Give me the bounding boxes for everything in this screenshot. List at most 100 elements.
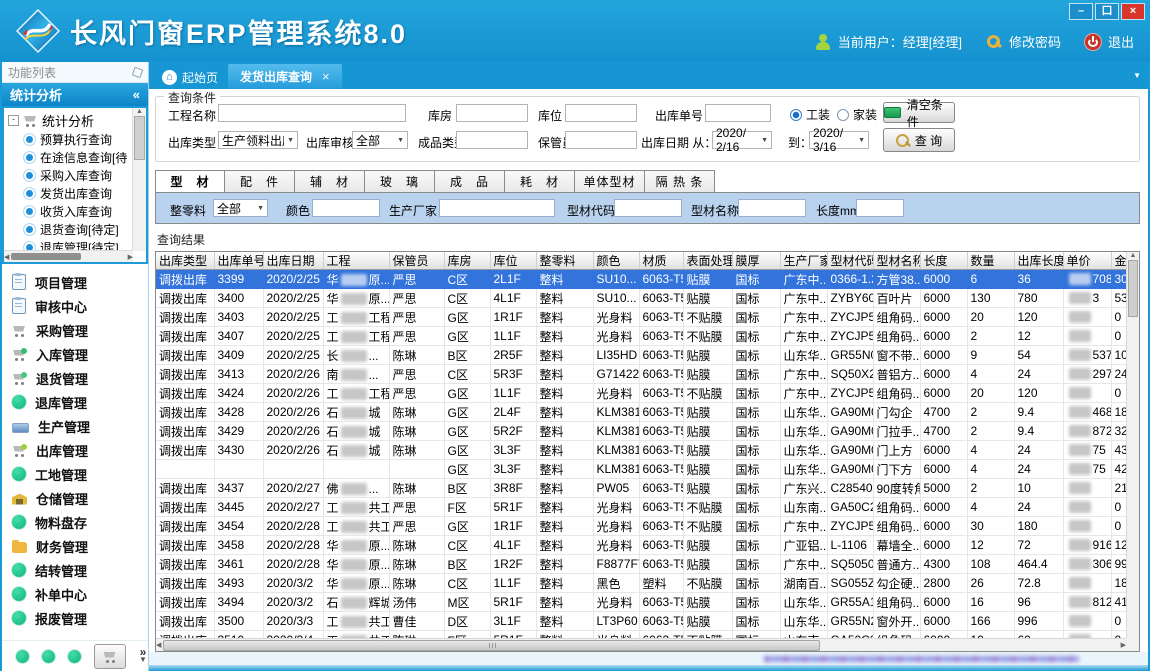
more-menus-button[interactable]: »▼ — [139, 648, 147, 664]
sidebar-menu-item[interactable]: 结转管理 — [12, 558, 148, 582]
tree-root-node[interactable]: - 统计分析 — [8, 110, 133, 130]
table-row[interactable]: 调拨出库35102020/3/4工共工程陈琳F区5R1F整料光身料6063-T5… — [156, 631, 1126, 639]
minimize-button[interactable]: – — [1069, 3, 1093, 20]
material-type-tab-1[interactable]: 配 件 — [225, 170, 295, 193]
sidebar-menu-item[interactable]: 仓储管理 — [12, 486, 148, 510]
table-row[interactable]: 调拨出库34002020/2/25华原...严思C区4L1F整料SU10...6… — [156, 289, 1126, 308]
column-header[interactable]: 数量 — [967, 252, 1014, 270]
table-row[interactable]: 调拨出库34372020/2/27佛...陈琳B区3R8F整料PW056063-… — [156, 479, 1126, 498]
order-no-input[interactable] — [705, 104, 771, 122]
tab-shipping-outbound-query[interactable]: 发货出库查询 × — [228, 64, 342, 89]
sidebar-menu-item[interactable]: 财务管理 — [12, 534, 148, 558]
material-type-tab-7[interactable]: 隔 热 条 — [645, 170, 715, 193]
radio-gongzhuang[interactable]: 工装 — [790, 106, 830, 123]
sidebar-menu-item[interactable]: 审核中心 — [12, 294, 148, 318]
column-header[interactable]: 出库长度 — [1014, 252, 1063, 270]
column-header[interactable]: 整零料 — [536, 252, 593, 270]
column-header[interactable]: 长度 — [920, 252, 967, 270]
column-header[interactable]: 金 — [1111, 252, 1126, 270]
table-row[interactable]: 调拨出库34072020/2/25工工程严思G区1L1F整料光身料6063-T5… — [156, 327, 1126, 346]
radio-jiazhuang[interactable]: 家装 — [837, 106, 877, 123]
table-row[interactable]: 调拨出库34032020/2/25工工程严思G区1R1F整料光身料6063-T5… — [156, 308, 1126, 327]
column-header[interactable]: 表面处理 — [683, 252, 732, 270]
column-header[interactable]: 材质 — [639, 252, 683, 270]
sidebar-menu-item[interactable]: 工地管理 — [12, 462, 148, 486]
material-type-tab-2[interactable]: 辅 材 — [295, 170, 365, 193]
horizontal-scrollbar[interactable]: ◀▶ — [156, 638, 1126, 651]
table-row[interactable]: G区3L3F整料KLM38176063-T5贴膜国标山东华...GA90M09.… — [156, 460, 1126, 479]
table-row[interactable]: 调拨出库34582020/2/28华原...陈琳C区4L1F整料光身料6063-… — [156, 536, 1126, 555]
sidebar-menu-item[interactable]: 报废管理 — [12, 606, 148, 630]
table-row[interactable]: 调拨出库34542020/2/28工共工程严思G区1R1F整料光身料6063-T… — [156, 517, 1126, 536]
column-header[interactable]: 库房 — [444, 252, 490, 270]
close-button[interactable]: × — [1121, 3, 1145, 20]
location-input[interactable] — [565, 104, 637, 122]
collapse-icon[interactable]: « — [133, 87, 140, 102]
sidebar-menu-item[interactable]: 退库管理 — [12, 390, 148, 414]
product-type-input[interactable] — [456, 131, 528, 149]
change-password-link[interactable]: 修改密码 — [1009, 32, 1061, 51]
column-header[interactable]: 生产厂家 — [780, 252, 827, 270]
table-row[interactable]: 调拨出库34292020/2/26石城陈琳G区5R2F整料KLM38176063… — [156, 422, 1126, 441]
column-header[interactable]: 工程 — [323, 252, 389, 270]
sidebar-menu-item[interactable]: 采购管理 — [12, 318, 148, 342]
manufacturer-input[interactable] — [439, 199, 555, 217]
clear-conditions-button[interactable]: 清空条件 — [883, 102, 955, 123]
profile-name-input[interactable] — [738, 199, 806, 217]
sidebar-menu-item[interactable]: 补单中心 — [12, 582, 148, 606]
circle-icon[interactable] — [42, 650, 55, 663]
cart-shortcut-button[interactable] — [94, 644, 126, 669]
material-type-tab-6[interactable]: 单体型材 — [575, 170, 645, 193]
tree-item[interactable]: 采购入库查询 — [8, 166, 133, 184]
sidebar-menu-item[interactable]: 入库管理 — [12, 342, 148, 366]
pin-icon[interactable] — [132, 66, 144, 78]
column-header[interactable]: 型材代码 — [827, 252, 873, 270]
table-row[interactable]: 调拨出库34452020/2/27工共工程严思F区5R1F整料光身料6063-T… — [156, 498, 1126, 517]
warehouse-input[interactable] — [456, 104, 528, 122]
maximize-button[interactable]: 口 — [1095, 3, 1119, 20]
expander-icon[interactable]: - — [8, 115, 19, 126]
out-type-select[interactable]: 生产领料出库▼ — [218, 131, 298, 149]
sidebar-menu-item[interactable]: 退货管理 — [12, 366, 148, 390]
table-row[interactable]: 调拨出库34242020/2/26工工程严思G区1L1F整料光身料6063-T5… — [156, 384, 1126, 403]
table-row[interactable]: 调拨出库34302020/2/26石城陈琳G区3L3F整料KLM38176063… — [156, 441, 1126, 460]
tab-close-icon[interactable]: × — [322, 69, 330, 84]
material-type-tab-3[interactable]: 玻 璃 — [365, 170, 435, 193]
table-row[interactable]: 调拨出库34612020/2/28华原...陈琳B区1R2F整料F8877FT6… — [156, 555, 1126, 574]
tree-item[interactable]: 发货出库查询 — [8, 184, 133, 202]
column-header[interactable]: 膜厚 — [732, 252, 780, 270]
column-header[interactable]: 单价 — [1063, 252, 1111, 270]
material-type-tab-0[interactable]: 型 材 — [155, 170, 225, 193]
table-row[interactable]: 调拨出库35002020/3/3工共工程曹佳D区3L1F整料LT3P606063… — [156, 612, 1126, 631]
tree-item[interactable]: 退货查询[待定] — [8, 220, 133, 238]
table-row[interactable]: 调拨出库34282020/2/26石城陈琳G区2L4F整料KLM38176063… — [156, 403, 1126, 422]
table-row[interactable]: 调拨出库34092020/2/25长...陈琳B区2R5F整料LI35HD606… — [156, 346, 1126, 365]
whole-part-select[interactable]: 全部▼ — [213, 199, 268, 217]
circle-icon[interactable] — [68, 650, 81, 663]
column-header[interactable]: 型材名称 — [873, 252, 920, 270]
audit-select[interactable]: 全部▼ — [352, 131, 408, 149]
search-button[interactable]: 查 询 — [883, 128, 955, 152]
sidebar-menu-item[interactable]: 生产管理 — [12, 414, 148, 438]
table-row[interactable]: 调拨出库33992020/2/25华原...严思C区2L1F整料SU10...6… — [156, 270, 1126, 289]
project-name-input[interactable] — [218, 104, 406, 122]
column-header[interactable]: 库位 — [490, 252, 536, 270]
date-from-picker[interactable]: 2020/ 2/16▼ — [712, 131, 772, 149]
sidebar-menu-item[interactable]: 项目管理 — [12, 270, 148, 294]
column-header[interactable]: 保管员 — [389, 252, 444, 270]
column-header[interactable]: 颜色 — [593, 252, 639, 270]
date-to-picker[interactable]: 2020/ 3/16▼ — [809, 131, 869, 149]
length-input[interactable] — [856, 199, 904, 217]
tree-item[interactable]: 预算执行查询 — [8, 130, 133, 148]
column-header[interactable]: 出库单号 — [214, 252, 263, 270]
tab-home[interactable]: ⌂ 起始页 — [152, 65, 228, 89]
vertical-scrollbar[interactable]: ▲ — [1126, 252, 1139, 638]
tab-list-caret-icon[interactable]: ▼ — [1133, 71, 1141, 80]
logout-link[interactable]: 退出 — [1108, 32, 1134, 51]
profile-code-input[interactable] — [614, 199, 682, 217]
tree-item[interactable]: 收货入库查询 — [8, 202, 133, 220]
table-row[interactable]: 调拨出库34942020/3/2石辉城汤伟M区5R1F整料光身料6063-T5贴… — [156, 593, 1126, 612]
keeper-input[interactable] — [565, 131, 637, 149]
column-header[interactable]: 出库日期 — [263, 252, 323, 270]
color-input[interactable] — [312, 199, 380, 217]
